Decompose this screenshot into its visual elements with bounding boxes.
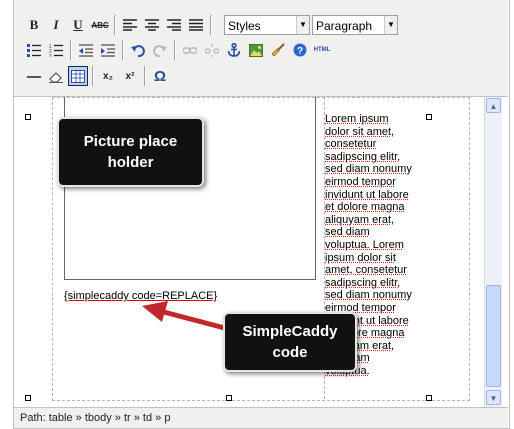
picture-placeholder-callout: Picture place holder (57, 117, 204, 187)
simplecaddy-code-callout: SimpleCaddy code (223, 312, 357, 372)
